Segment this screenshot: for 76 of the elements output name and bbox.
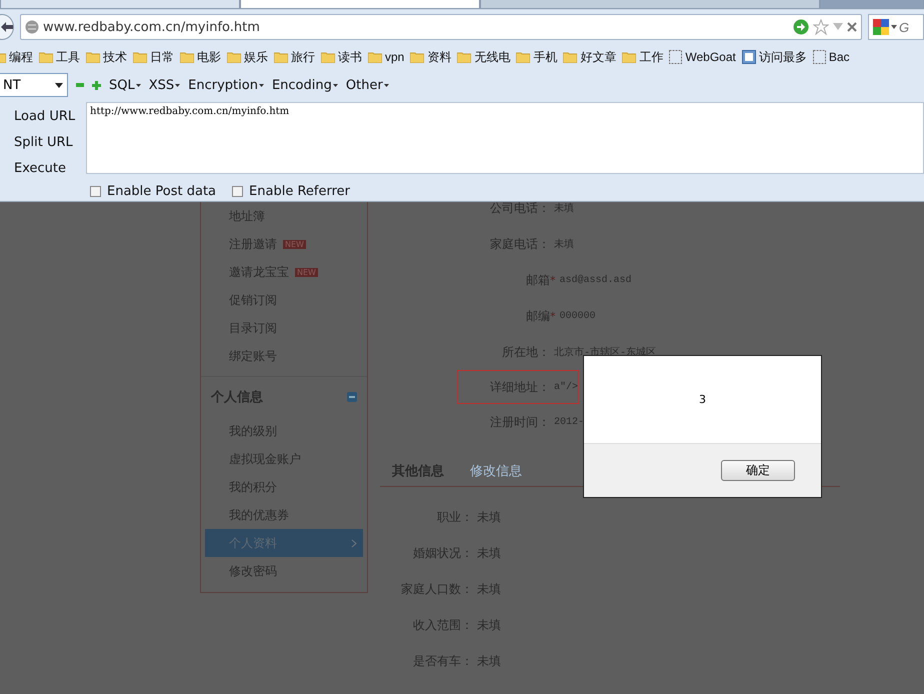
globe-icon (25, 20, 39, 34)
folder-icon (457, 51, 472, 63)
caret-icon (891, 25, 897, 29)
chevron-icon (351, 538, 357, 548)
back-arrow-icon (1, 21, 13, 33)
address-bar[interactable]: www.redbaby.com.cn/myinfo.htm (20, 14, 862, 40)
folder-icon (410, 51, 424, 63)
folder-icon (39, 51, 53, 63)
browser-tab[interactable] (480, 0, 820, 9)
ok-button[interactable]: 确定 (721, 460, 795, 481)
search-field[interactable]: G (868, 14, 924, 40)
dropdown[interactable]: NT (0, 73, 68, 97)
menu-button[interactable]: Encoding (272, 78, 338, 92)
alert-message: 3 (699, 393, 706, 406)
folder-icon (274, 51, 288, 63)
folder-icon (86, 51, 100, 63)
plus-icon[interactable] (92, 80, 101, 90)
bookmark[interactable]: 无线电 (457, 48, 510, 66)
bookmark[interactable]: 资料 (410, 48, 452, 66)
action-button[interactable]: Load URL (0, 106, 86, 126)
bookmark-list-icon (742, 50, 756, 64)
menu-button[interactable]: SQL (109, 78, 141, 92)
checkbox[interactable] (90, 186, 101, 196)
folder-icon (227, 51, 241, 63)
caret-icon (332, 84, 338, 86)
collapse-icon[interactable] (347, 392, 357, 402)
star-icon[interactable] (813, 19, 829, 35)
bookmark[interactable]: 旅行 (274, 48, 315, 66)
bookmark[interactable]: vpn (368, 50, 404, 64)
url-text: www.redbaby.com.cn/myinfo.htm (43, 20, 261, 34)
search-engine-icon (873, 19, 889, 35)
minus-icon[interactable] (76, 81, 84, 89)
menu-button[interactable]: Other (346, 78, 389, 92)
bookmark[interactable]: 工具 (39, 48, 80, 66)
caret-icon (55, 82, 63, 88)
checkbox-label: Enable Referrer (249, 184, 350, 198)
caret-icon (258, 84, 264, 86)
folder-icon (368, 51, 382, 63)
close-icon[interactable] (847, 22, 857, 32)
dropdown-arrow-icon[interactable] (833, 23, 843, 31)
bookmark[interactable]: 电影 (180, 48, 221, 66)
bookmark[interactable]: 娱乐 (227, 48, 268, 66)
menu-button[interactable]: Encryption (188, 78, 264, 92)
page-icon (812, 50, 826, 64)
required-mark: * (550, 310, 556, 322)
menu-button[interactable]: XSS (148, 78, 180, 92)
required-mark: * (550, 274, 556, 286)
bookmark[interactable]: 访问最多 (742, 48, 807, 66)
bookmark[interactable]: 编程 (0, 48, 33, 66)
page-icon (669, 50, 682, 64)
bookmark[interactable]: 手机 (516, 48, 558, 66)
action-button[interactable]: Split URL (0, 132, 86, 152)
bookmark[interactable]: 读书 (321, 48, 362, 66)
bookmark[interactable]: WebGoat (669, 50, 736, 64)
checkbox-label: Enable Post data (107, 184, 216, 198)
caret-icon (175, 84, 180, 86)
bookmark[interactable]: 好文章 (563, 48, 616, 66)
checkbox[interactable] (232, 186, 244, 196)
go-icon[interactable] (793, 19, 809, 35)
caret-icon (384, 84, 389, 86)
folder-icon (622, 51, 636, 63)
browser-tab[interactable] (240, 0, 480, 9)
caret-icon (136, 84, 141, 86)
folder-icon (321, 51, 335, 63)
bookmark[interactable]: Bac (812, 50, 850, 64)
folder-icon (133, 51, 147, 63)
bookmark[interactable]: 技术 (86, 48, 127, 66)
folder-icon (516, 51, 530, 63)
browser-tab[interactable] (0, 0, 240, 9)
section-tab[interactable]: 修改信息 (470, 462, 522, 480)
action-button[interactable]: Execute (0, 158, 86, 178)
bookmark[interactable]: 日常 (133, 48, 174, 66)
bookmark[interactable]: 工作 (622, 48, 664, 66)
folder-icon (180, 51, 194, 63)
url-textarea[interactable]: http://www.redbaby.com.cn/myinfo.htm (86, 102, 924, 174)
folder-icon (563, 51, 578, 63)
